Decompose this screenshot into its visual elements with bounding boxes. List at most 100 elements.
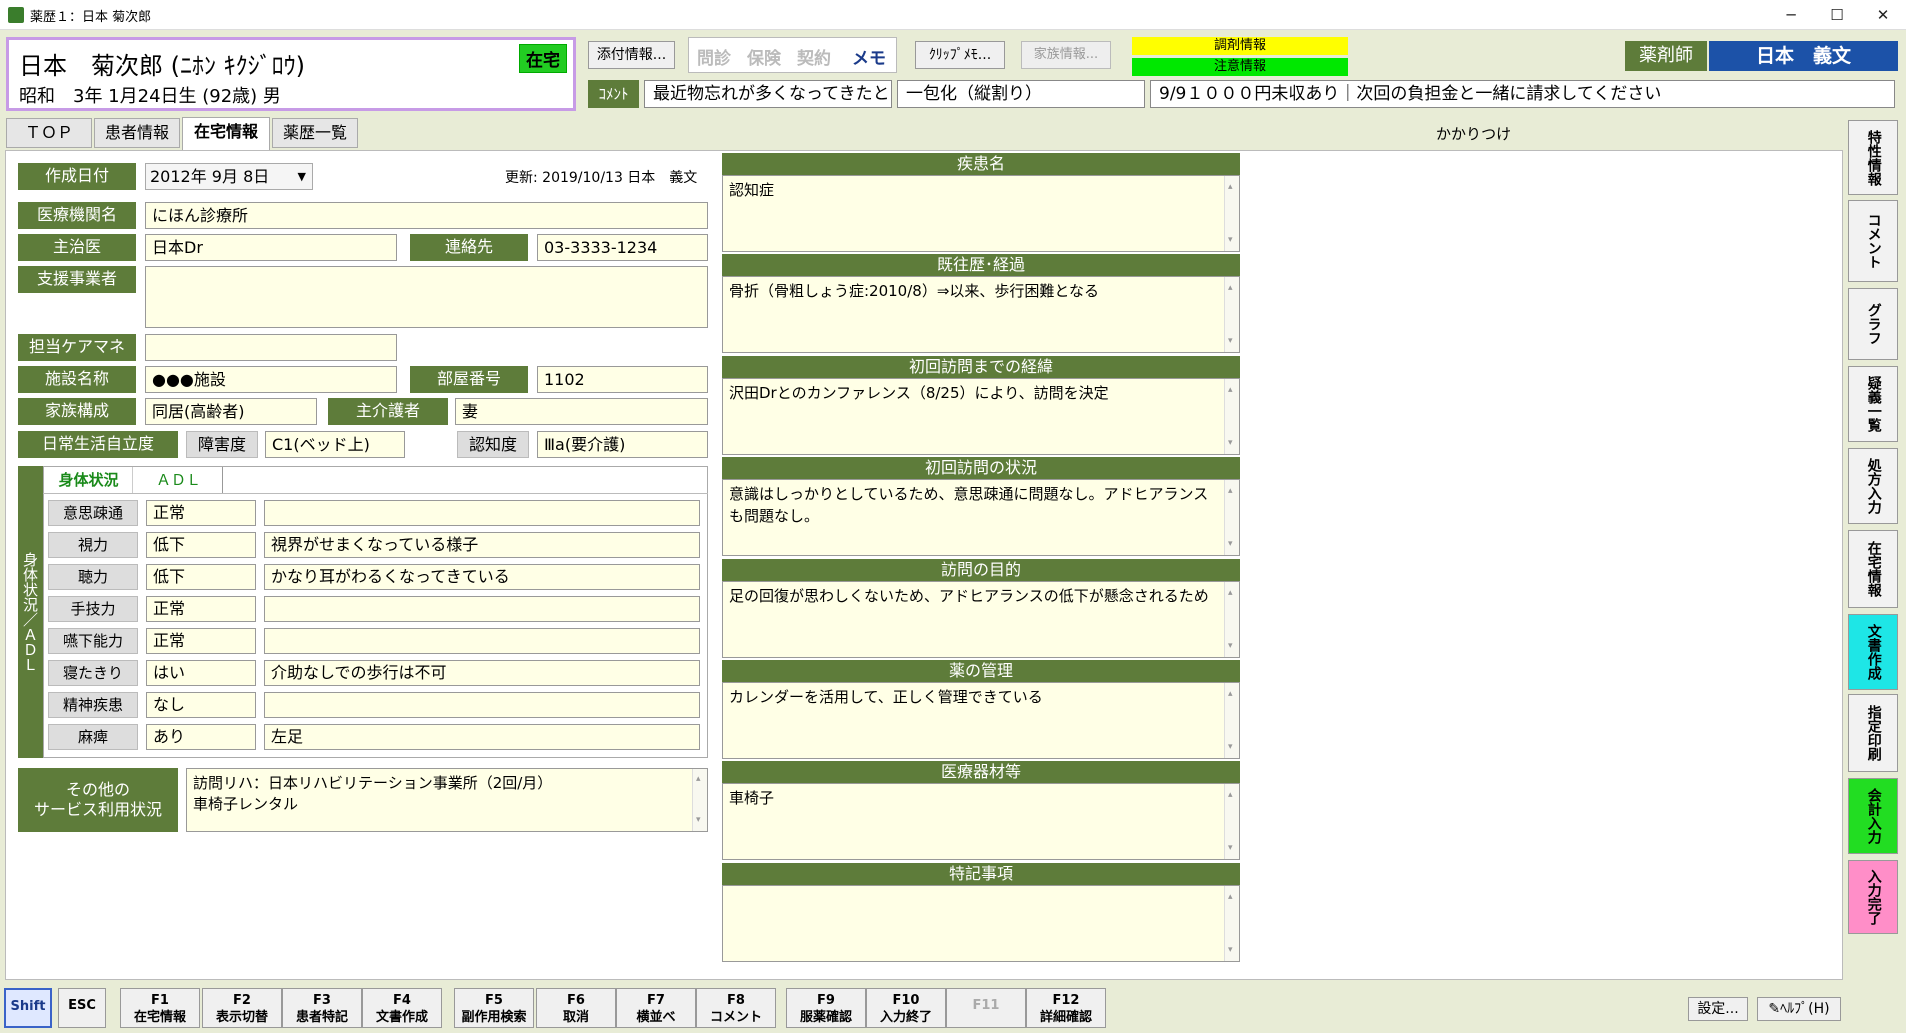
sidebar-button[interactable]: グラフ xyxy=(1848,288,1898,360)
memo-tab[interactable]: メモ xyxy=(852,44,886,69)
function-key[interactable]: F8 コメント xyxy=(696,988,776,1028)
facility-label: 施設名称 xyxy=(18,366,136,393)
scrollbar[interactable] xyxy=(1224,176,1239,251)
body-row-note[interactable]: かなり耳がわるくなってきている xyxy=(264,564,700,590)
body-row-note[interactable] xyxy=(264,500,700,526)
disability-field[interactable]: C1(ベッド上) xyxy=(265,431,405,458)
tab-home-care-info[interactable]: 在宅情報 xyxy=(182,117,270,150)
scrollbar[interactable] xyxy=(1224,277,1239,353)
monshin-tab[interactable]: 問診 xyxy=(697,44,731,69)
function-key[interactable]: F6 取消 xyxy=(536,988,616,1028)
minimize-button[interactable]: ─ xyxy=(1768,0,1814,30)
dispensing-info-bar[interactable]: 調剤情報 xyxy=(1132,37,1348,55)
sidebar-button[interactable]: 入力完了 xyxy=(1848,860,1898,934)
section-body[interactable]: 意識はしっかりとしているため、意思疎通に問題なし。アドヒアランスも問題なし。 xyxy=(722,479,1240,557)
function-key[interactable]: F4 文書作成 xyxy=(362,988,442,1028)
body-row-value[interactable]: はい xyxy=(146,660,256,686)
sidebar-button[interactable]: 疑義一覧 xyxy=(1848,366,1898,442)
tab-top[interactable]: ＴＯＰ xyxy=(6,118,92,148)
help-button[interactable]: ✎ﾍﾙﾌﾟ(H) xyxy=(1757,997,1841,1021)
family-field[interactable]: 同居(高齢者) xyxy=(145,398,317,425)
support-field[interactable] xyxy=(145,266,708,328)
body-row-note[interactable]: 介助なしでの歩行は不可 xyxy=(264,660,700,686)
hoken-tab[interactable]: 保険 xyxy=(747,44,781,69)
clinic-label: 医療機関名 xyxy=(18,202,136,229)
comment-label: ｺﾒﾝﾄ xyxy=(588,80,639,108)
caregiver-field[interactable]: 妻 xyxy=(455,398,708,425)
function-key[interactable]: F10 入力終了 xyxy=(866,988,946,1028)
clip-memo-button[interactable]: ｸﾘｯﾌﾟﾒﾓ... xyxy=(915,41,1005,69)
tab-patient-info[interactable]: 患者情報 xyxy=(94,118,180,148)
comment-field-1[interactable]: 最近物忘れが多くなってきたとの xyxy=(644,80,892,108)
body-row-note[interactable]: 左足 xyxy=(264,724,700,750)
body-row-value[interactable]: 低下 xyxy=(146,564,256,590)
home-care-badge: 在宅 xyxy=(519,44,567,73)
contact-label: 連絡先 xyxy=(410,234,528,261)
settings-button[interactable]: 設定... xyxy=(1688,997,1748,1021)
section-body[interactable]: 骨折（骨粗しょう症:2010/8）⇒以来、歩行困難となる xyxy=(722,276,1240,354)
function-key[interactable]: ESC xyxy=(58,988,106,1028)
body-row-note[interactable] xyxy=(264,692,700,718)
maximize-button[interactable]: ☐ xyxy=(1814,0,1860,30)
close-button[interactable]: ✕ xyxy=(1860,0,1906,30)
scrollbar[interactable] xyxy=(1224,784,1239,860)
sidebar-button[interactable]: コメント xyxy=(1848,200,1898,282)
sidebar-button[interactable]: 文書作成 xyxy=(1848,614,1898,690)
family-info-button[interactable]: 家族情報... xyxy=(1021,41,1111,69)
section-title: 訪問の目的 xyxy=(722,558,1240,581)
function-key[interactable]: F2 表示切替 xyxy=(202,988,282,1028)
body-row-value[interactable]: 正常 xyxy=(146,596,256,622)
keiyaku-tab[interactable]: 契約 xyxy=(797,44,831,69)
scrollbar[interactable] xyxy=(1224,581,1239,657)
comment-field-3[interactable]: 9/9１０００円未収あり｜次回の負担金と一緒に請求してください xyxy=(1150,80,1895,108)
caremgr-field[interactable] xyxy=(145,334,397,361)
scrollbar[interactable] xyxy=(1224,683,1239,758)
scrollbar[interactable] xyxy=(1224,378,1239,454)
section-body[interactable]: 足の回復が思わしくないため、アドヒアランスの低下が懸念されるため xyxy=(722,580,1240,658)
function-key[interactable]: F11 xyxy=(946,988,1026,1028)
caution-info-bar[interactable]: 注意情報 xyxy=(1132,58,1348,76)
attach-info-button[interactable]: 添付情報... xyxy=(588,41,675,69)
dementia-field[interactable]: Ⅲa(要介護) xyxy=(537,431,708,458)
section-body[interactable] xyxy=(722,884,1240,962)
tab-body-status[interactable]: 身体状況 xyxy=(45,467,133,493)
body-row-note[interactable]: 視界がせまくなっている様子 xyxy=(264,532,700,558)
section-body[interactable]: 車椅子 xyxy=(722,783,1240,861)
section-body[interactable]: 認知症 xyxy=(722,175,1240,252)
tab-adl[interactable]: ＡＤＬ xyxy=(135,467,223,493)
doctor-field[interactable]: 日本Dr xyxy=(145,234,397,261)
body-row-value[interactable]: なし xyxy=(146,692,256,718)
sidebar-button[interactable]: 在宅情報 xyxy=(1848,530,1898,608)
created-date-picker[interactable]: 2012年 9月 8日 ▼ xyxy=(145,163,313,190)
sidebar-button[interactable]: 指定印刷 xyxy=(1848,694,1898,772)
scrollbar[interactable] xyxy=(1224,480,1239,556)
sidebar-button[interactable]: 処方入力 xyxy=(1848,448,1898,524)
body-row-value[interactable]: あり xyxy=(146,724,256,750)
facility-field[interactable]: ●●●施設 xyxy=(145,366,397,393)
section-body[interactable]: カレンダーを活用して、正しく管理できている xyxy=(722,682,1240,759)
other-services-field[interactable]: 訪問リハ：日本リハビリテーション事業所（2回/月） 車椅子レンタル xyxy=(186,768,708,832)
function-key[interactable]: Shift xyxy=(4,988,52,1028)
function-key[interactable]: F7 横並べ xyxy=(616,988,696,1028)
body-row-value[interactable]: 低下 xyxy=(146,532,256,558)
scrollbar[interactable] xyxy=(692,769,707,831)
body-row-value[interactable]: 正常 xyxy=(146,500,256,526)
function-key[interactable]: F12 詳細確認 xyxy=(1026,988,1106,1028)
section-body[interactable]: 沢田Drとのカンファレンス（8/25）により、訪問を決定 xyxy=(722,377,1240,455)
clinic-field[interactable]: にほん診療所 xyxy=(145,202,708,229)
scrollbar[interactable] xyxy=(1224,885,1239,961)
body-row-value[interactable]: 正常 xyxy=(146,628,256,654)
function-key[interactable]: F5 副作用検索 xyxy=(454,988,534,1028)
body-row-note[interactable] xyxy=(264,596,700,622)
kakaritsuke-label: かかりつけ xyxy=(1436,125,1512,143)
sidebar-button[interactable]: 会計入力 xyxy=(1848,778,1898,854)
function-key[interactable]: F9 服薬確認 xyxy=(786,988,866,1028)
contact-field[interactable]: 03-3333-1234 xyxy=(537,234,708,261)
tab-history-list[interactable]: 薬歴一覧 xyxy=(272,118,358,148)
function-key[interactable]: F3 患者特記 xyxy=(282,988,362,1028)
body-row-note[interactable] xyxy=(264,628,700,654)
function-key[interactable]: F1 在宅情報 xyxy=(120,988,200,1028)
room-field[interactable]: 1102 xyxy=(537,366,708,393)
sidebar-button[interactable]: 特性情報 xyxy=(1848,120,1898,195)
comment-field-2[interactable]: 一包化（縦割り） xyxy=(897,80,1145,108)
